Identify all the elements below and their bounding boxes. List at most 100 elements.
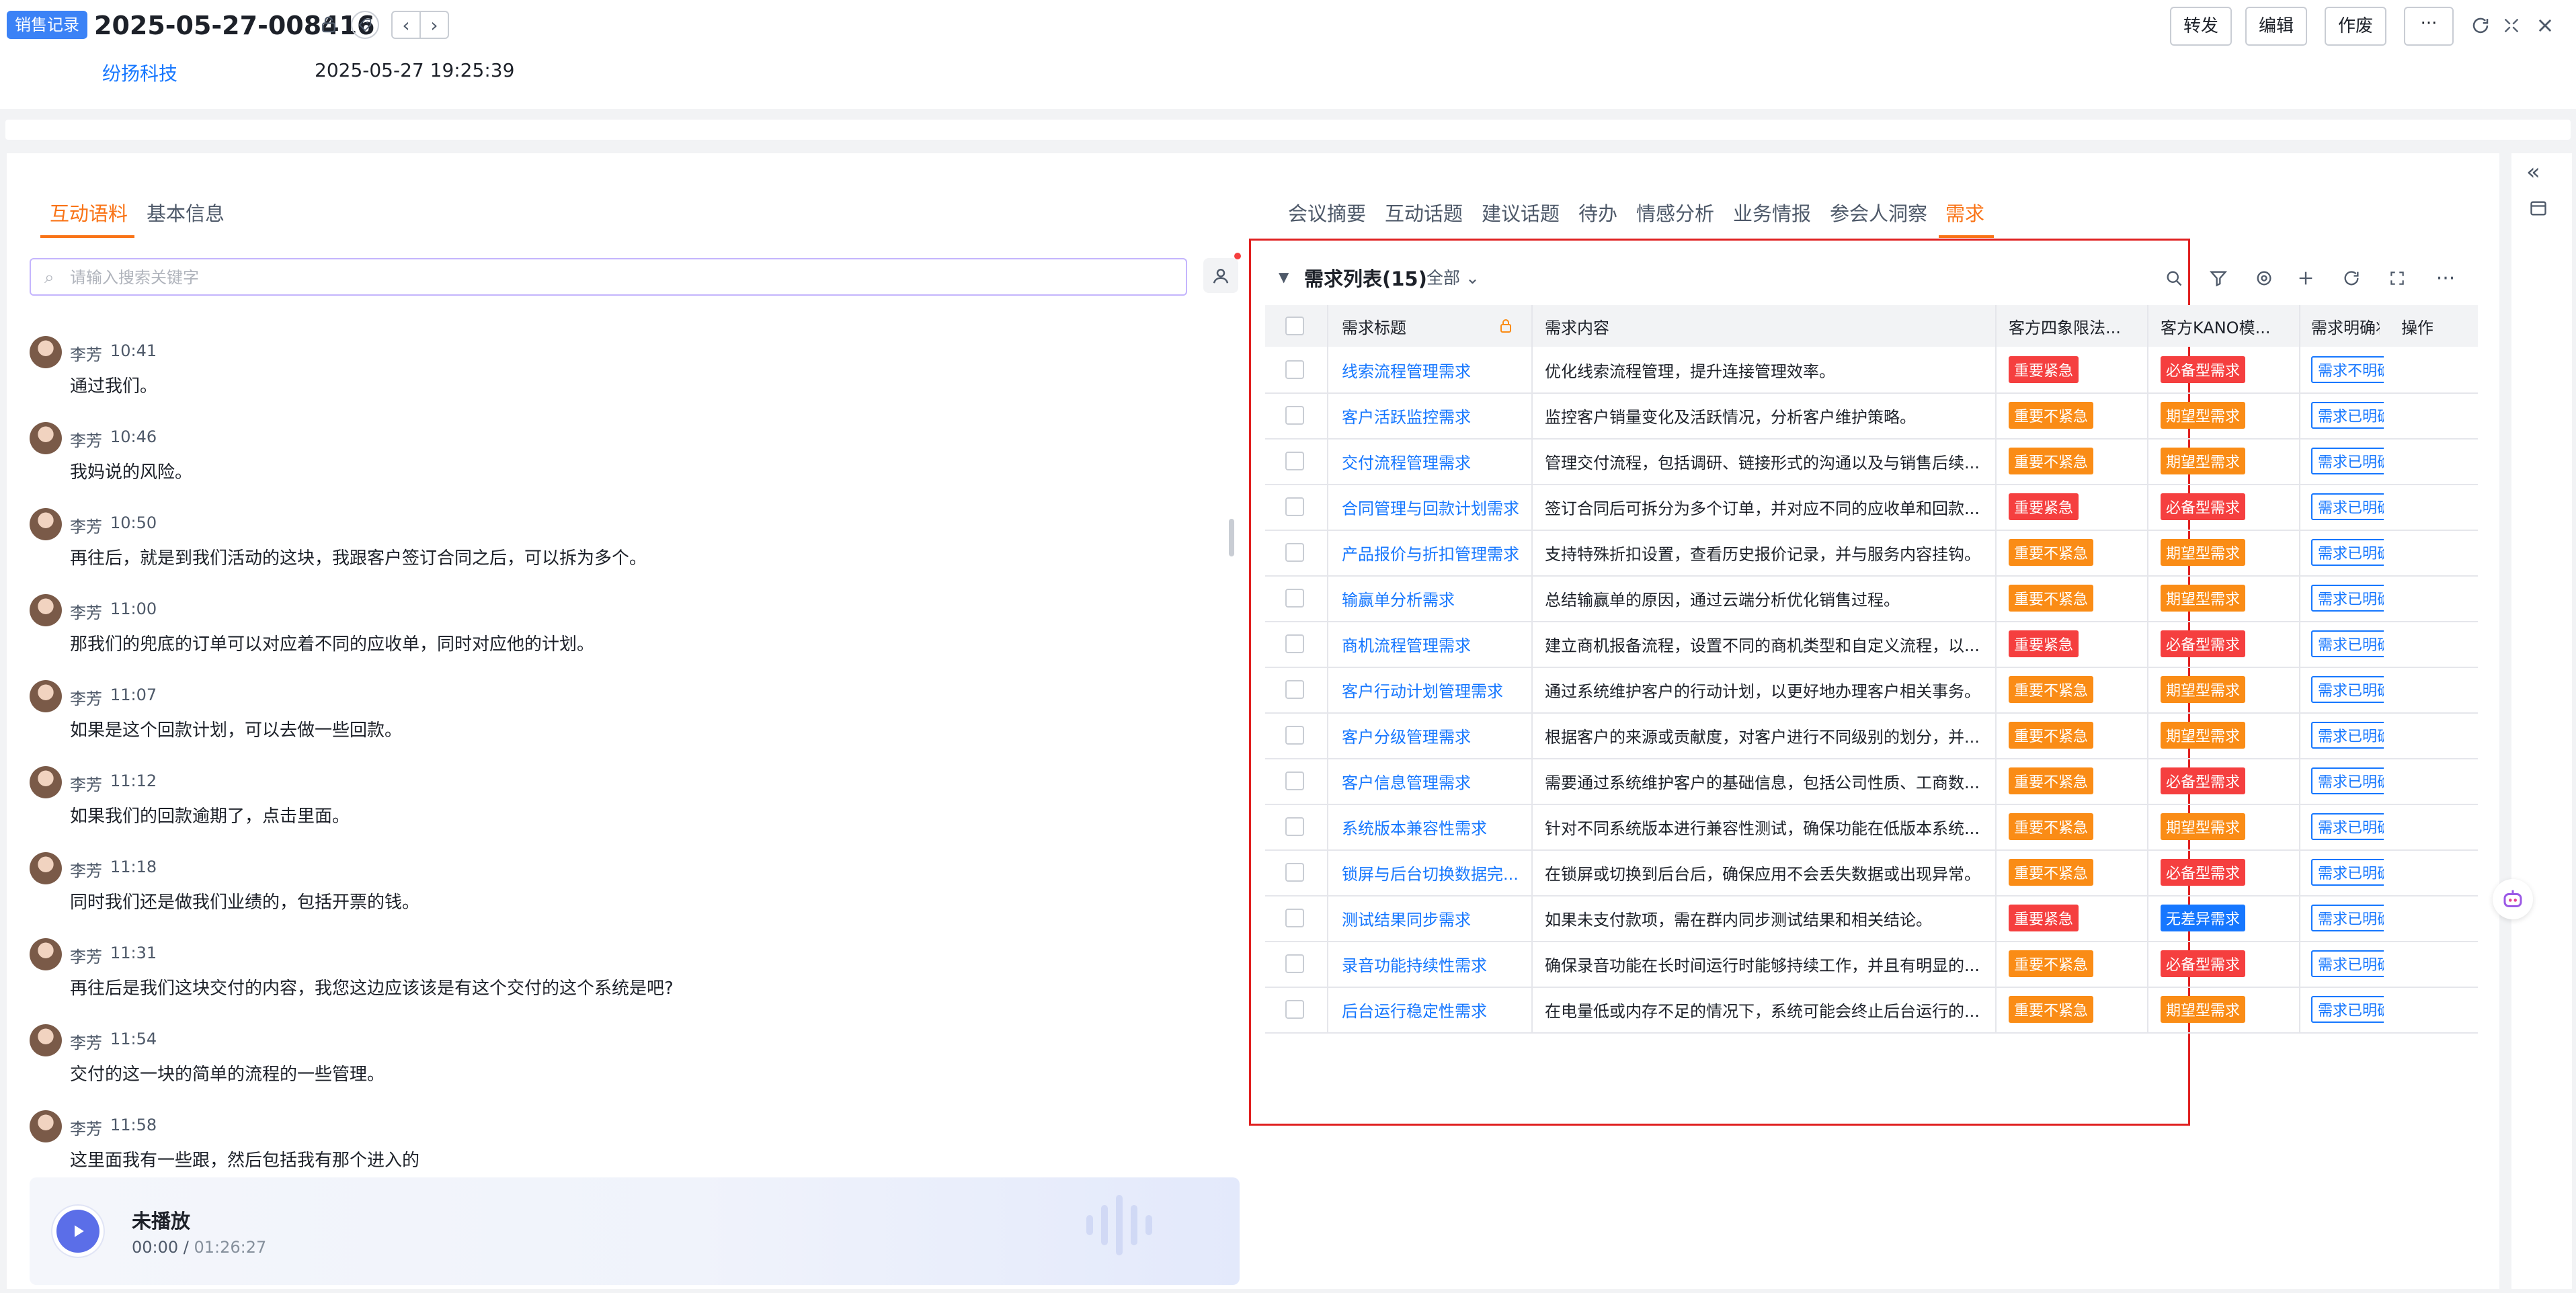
- collapse-caret-icon[interactable]: ▼: [1279, 269, 1289, 285]
- table-row[interactable]: 锁屏与后台切换数据完... 在锁屏或切换到后台后，确保应用不会丢失数据或出现异常。…: [1265, 849, 2478, 896]
- filter-icon[interactable]: [2204, 263, 2233, 293]
- tab-suggested-topics[interactable]: 建议话题: [1482, 200, 1560, 227]
- column-header-status[interactable]: 需求明确状: [2311, 305, 2380, 347]
- table-row[interactable]: 线索流程管理需求 优化线索流程管理，提升连接管理效率。 重要紧急 必备型需求 需求不明确: [1265, 347, 2478, 394]
- requirement-title-link[interactable]: 商机流程管理需求: [1342, 621, 1523, 667]
- table-row[interactable]: 客户信息管理需求 需要通过系统维护客户的基础信息，包括公司性质、工商数... 重要不…: [1265, 758, 2478, 805]
- requirement-title-link[interactable]: 合同管理与回款计划需求: [1342, 484, 1523, 530]
- table-row[interactable]: 合同管理与回款计划需求 签订合同后可拆分为多个订单，并对应不同的应收单和回款...…: [1265, 484, 2478, 531]
- quadrant-tag-label: 重要不紧急: [2009, 722, 2094, 749]
- company-link[interactable]: 纷扬科技: [102, 59, 177, 86]
- row-checkbox[interactable]: [1285, 941, 1304, 987]
- play-button[interactable]: [52, 1206, 104, 1257]
- requirement-title-link[interactable]: 客户活跃监控需求: [1342, 392, 1523, 438]
- row-checkbox[interactable]: [1285, 484, 1304, 530]
- tab-interaction-topics[interactable]: 互动话题: [1385, 200, 1463, 227]
- tab-business-intel[interactable]: 业务情报: [1733, 200, 1811, 227]
- row-checkbox[interactable]: [1285, 895, 1304, 941]
- requirement-title-link[interactable]: 后台运行稳定性需求: [1342, 987, 1523, 1032]
- panel-icon[interactable]: [2529, 199, 2548, 220]
- table-row[interactable]: 输赢单分析需求 总结输赢单的原因，通过云端分析优化销售过程。 重要不紧急 期望型需求 需…: [1265, 575, 2478, 622]
- table-row[interactable]: 客户行动计划管理需求 通过系统维护客户的行动计划，以更好地办理客户相关事务。 重要不…: [1265, 667, 2478, 714]
- column-header-content[interactable]: 需求内容: [1545, 305, 1609, 347]
- fullscreen-icon[interactable]: [2497, 11, 2526, 40]
- table-row[interactable]: 交付流程管理需求 管理交付流程，包括调研、链接形式的沟通以及与销售后续... 重要不…: [1265, 438, 2478, 485]
- requirement-title-link[interactable]: 录音功能持续性需求: [1342, 941, 1523, 987]
- tag-icon[interactable]: [351, 11, 379, 39]
- requirement-title-link[interactable]: 测试结果同步需求: [1342, 895, 1523, 941]
- table-row[interactable]: 后台运行稳定性需求 在电量低或内存不足的情况下，系统可能会终止后台运行的... 重要…: [1265, 987, 2478, 1034]
- requirement-title-link[interactable]: 输赢单分析需求: [1342, 575, 1523, 621]
- status-badge-label: 需求不明确: [2311, 356, 2384, 383]
- search-icon[interactable]: [2159, 263, 2189, 293]
- row-checkbox[interactable]: [1285, 347, 1304, 392]
- search-box[interactable]: ⌕: [30, 258, 1187, 296]
- table-row[interactable]: 测试结果同步需求 如果未支付款项，需在群内同步测试结果和相关结论。 重要紧急 无差异需…: [1265, 895, 2478, 942]
- view-icon[interactable]: [2249, 263, 2279, 293]
- requirement-title-link[interactable]: 系统版本兼容性需求: [1342, 804, 1523, 849]
- tab-requirements[interactable]: 需求: [1945, 200, 1984, 227]
- refresh-icon[interactable]: [2466, 11, 2495, 40]
- tab-attendee-insight[interactable]: 参会人洞察: [1830, 200, 1927, 227]
- add-icon[interactable]: [2291, 263, 2321, 293]
- row-checkbox[interactable]: [1285, 438, 1304, 484]
- requirement-title-link[interactable]: 产品报价与折扣管理需求: [1342, 530, 1523, 575]
- speaker-name: 李芳: [70, 517, 102, 536]
- row-checkbox[interactable]: [1285, 987, 1304, 1032]
- void-button[interactable]: 作废: [2325, 7, 2386, 46]
- avatar: [30, 422, 62, 454]
- requirement-title-link[interactable]: 交付流程管理需求: [1342, 438, 1523, 484]
- expand-icon[interactable]: [2382, 263, 2412, 293]
- row-checkbox[interactable]: [1285, 849, 1304, 895]
- requirement-title-link[interactable]: 客户分级管理需求: [1342, 712, 1523, 758]
- select-all-checkbox[interactable]: [1285, 305, 1304, 347]
- edit-button[interactable]: 编辑: [2245, 7, 2307, 46]
- table-row[interactable]: 商机流程管理需求 建立商机报备流程，设置不同的商机类型和自定义流程，以... 重要紧…: [1265, 621, 2478, 668]
- column-header-quadrant[interactable]: 客方四象限法...: [2009, 305, 2121, 347]
- tab-meeting-summary[interactable]: 会议摘要: [1288, 200, 1366, 227]
- status-badge-label: 需求已明确: [2311, 722, 2384, 749]
- close-icon[interactable]: [2530, 11, 2560, 40]
- tab-sentiment[interactable]: 情感分析: [1636, 200, 1714, 227]
- speaker-filter-button[interactable]: [1203, 258, 1238, 293]
- tab-interaction-corpus[interactable]: 互动语料: [50, 200, 128, 227]
- transcript-scrollbar[interactable]: [1229, 519, 1234, 556]
- row-checkbox[interactable]: [1285, 392, 1304, 438]
- row-checkbox[interactable]: [1285, 712, 1304, 758]
- quadrant-tag-label: 重要不紧急: [2009, 996, 2094, 1023]
- message-text: 同时我们还是做我们业绩的，包括开票的钱。: [70, 892, 420, 913]
- row-checkbox[interactable]: [1285, 575, 1304, 621]
- table-row[interactable]: 产品报价与折扣管理需求 支持特殊折扣设置，查看历史报价记录，并与服务内容挂钩。 重要…: [1265, 530, 2478, 577]
- speaker-name: 李芳: [70, 603, 102, 622]
- requirement-title-link[interactable]: 锁屏与后台切换数据完...: [1342, 849, 1523, 895]
- requirement-title-link[interactable]: 线索流程管理需求: [1342, 347, 1523, 392]
- column-header-kano[interactable]: 客方KANO模...: [2161, 305, 2270, 347]
- forward-button[interactable]: 转发: [2170, 7, 2232, 46]
- search-input[interactable]: [69, 262, 1147, 293]
- row-checkbox[interactable]: [1285, 667, 1304, 712]
- kano-tag: 必备型需求: [2161, 849, 2246, 895]
- table-row[interactable]: 系统版本兼容性需求 针对不同系统版本进行兼容性测试，确保功能在低版本系统... 重要…: [1265, 804, 2478, 851]
- table-row[interactable]: 客户活跃监控需求 监控客户销量变化及活跃情况，分析客户维护策略。 重要不紧急 期望型需…: [1265, 392, 2478, 440]
- more-button[interactable]: ···: [2404, 7, 2454, 46]
- column-header-actions: 操作: [2401, 318, 2433, 337]
- collapse-icon[interactable]: «: [2526, 159, 2540, 185]
- table-row[interactable]: 客户分级管理需求 根据客户的来源或贡献度，对客户进行不同级别的划分，并... 重要不…: [1265, 712, 2478, 759]
- lock-icon[interactable]: [315, 11, 343, 39]
- requirements-filter-dropdown[interactable]: 全部 ⌄: [1426, 265, 1480, 289]
- table-row[interactable]: 录音功能持续性需求 确保录音功能在长时间运行时能够持续工作，并且有明显的... 重要…: [1265, 941, 2478, 988]
- refresh-icon[interactable]: [2337, 263, 2366, 293]
- tab-todo[interactable]: 待办: [1578, 200, 1617, 227]
- prev-record-button[interactable]: ‹: [391, 11, 421, 39]
- row-checkbox[interactable]: [1285, 758, 1304, 804]
- row-checkbox[interactable]: [1285, 621, 1304, 667]
- requirement-title-link[interactable]: 客户信息管理需求: [1342, 758, 1523, 804]
- assistant-bot-icon[interactable]: [2493, 879, 2533, 919]
- tab-basic-info[interactable]: 基本信息: [147, 200, 225, 227]
- column-header-title[interactable]: 需求标题: [1342, 305, 1406, 347]
- requirement-title-link[interactable]: 客户行动计划管理需求: [1342, 667, 1523, 712]
- row-checkbox[interactable]: [1285, 530, 1304, 575]
- row-checkbox[interactable]: [1285, 804, 1304, 849]
- next-record-button[interactable]: ›: [419, 11, 449, 39]
- more-icon[interactable]: ···: [2431, 263, 2460, 293]
